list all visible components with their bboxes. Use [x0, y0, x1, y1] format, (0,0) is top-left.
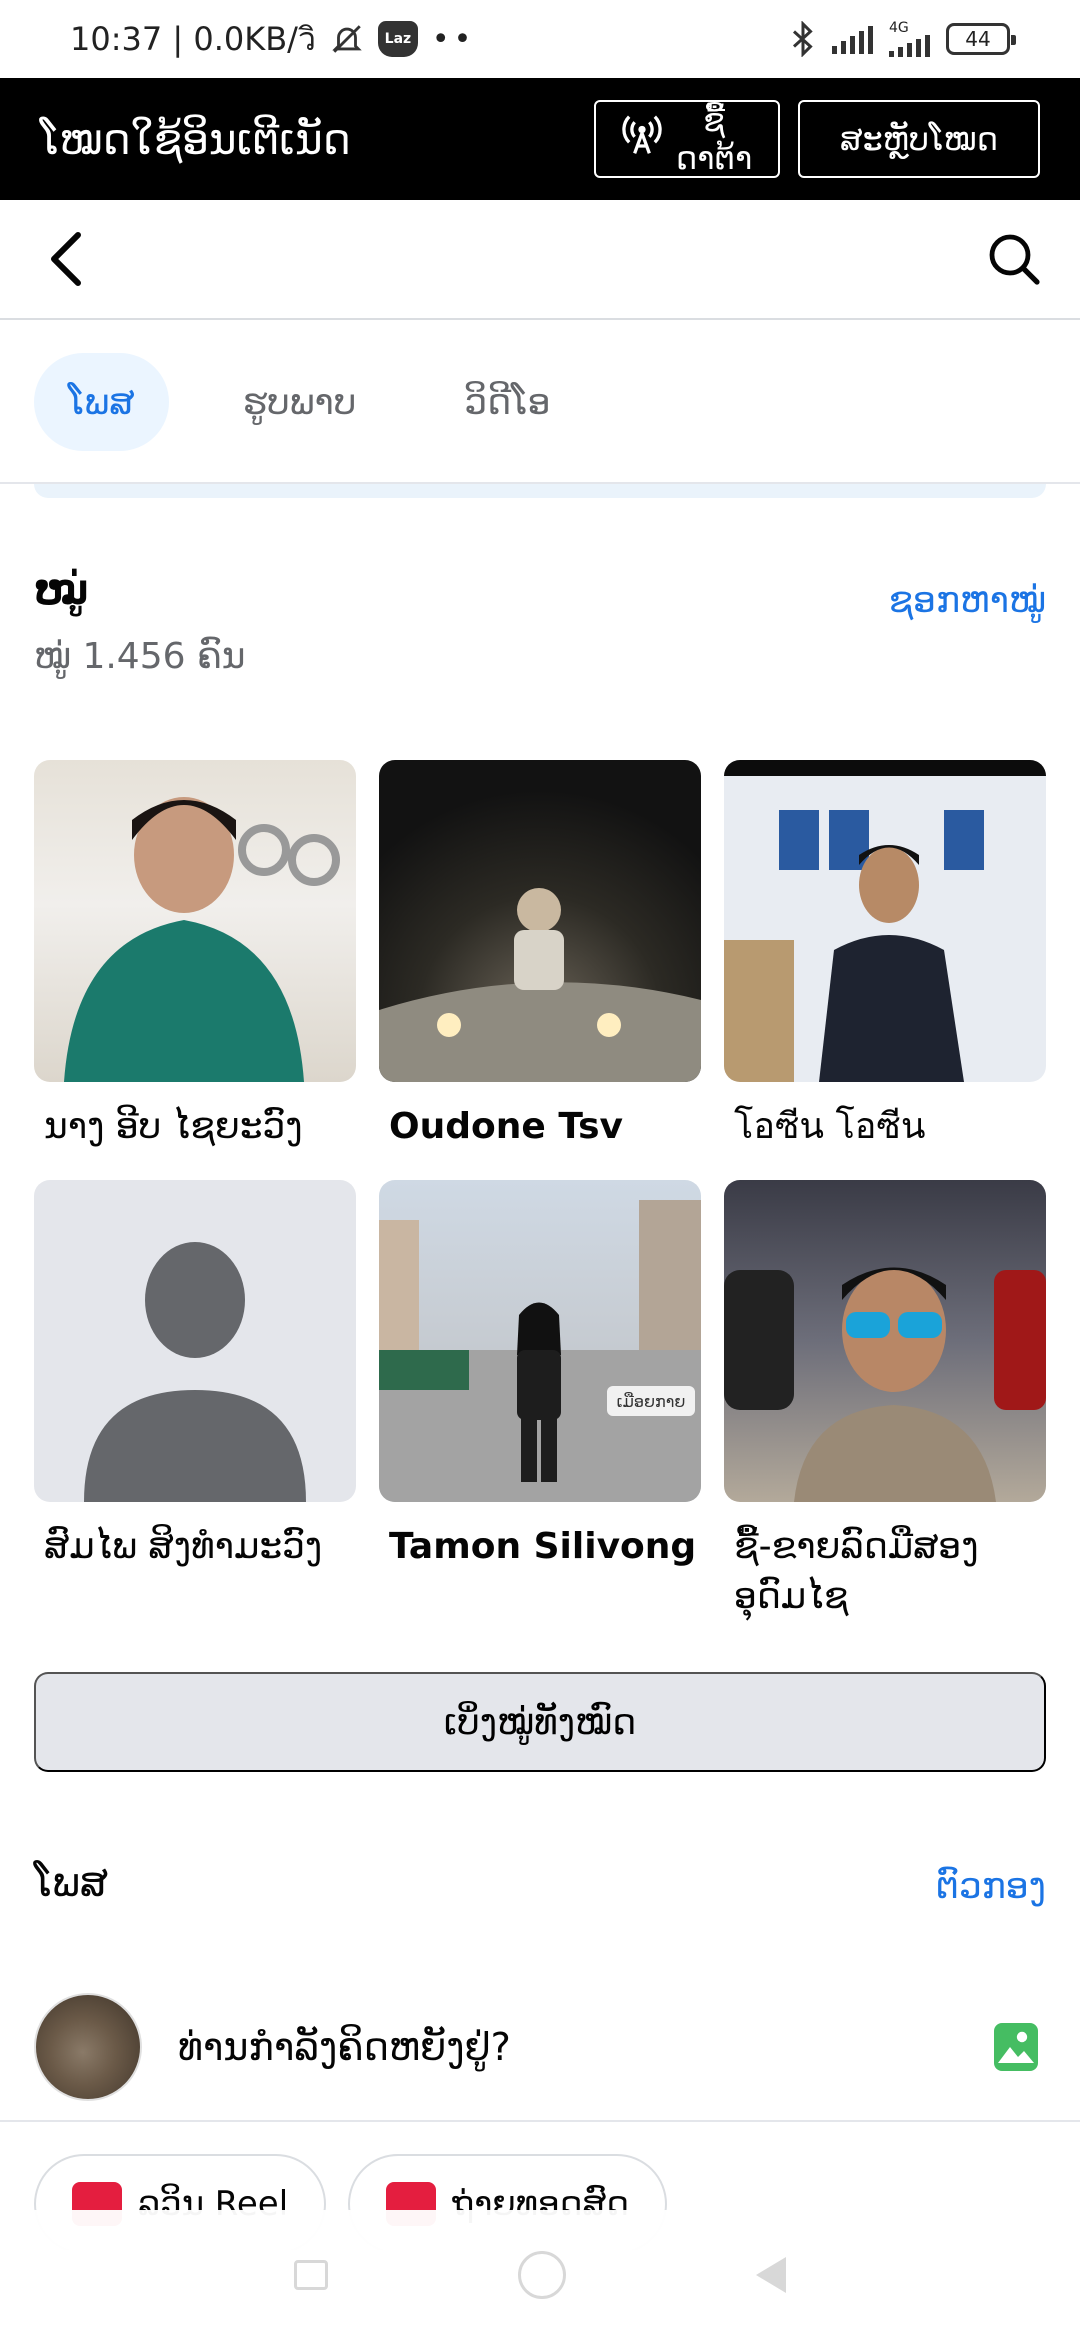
- friend-photo[interactable]: [724, 1180, 1046, 1502]
- mute-bell-icon: [330, 22, 364, 56]
- photo-caption: ເມືອຍກາຍ: [617, 1392, 686, 1411]
- tab-photos[interactable]: ຮູບພາບ: [209, 353, 391, 451]
- friend-photo[interactable]: [34, 1180, 356, 1502]
- signal-icon: [832, 24, 873, 54]
- home-button[interactable]: [518, 2251, 566, 2299]
- friend-name[interactable]: ຊື້-ຂາຍລົດມືສອງ ອຸດົມໄຊ: [724, 1522, 1046, 1622]
- status-time-speed: 10:37 | 0.0KB/วิ: [70, 19, 316, 58]
- filter-link[interactable]: ຕົວກອງ: [936, 1866, 1046, 1907]
- posts-title: ໂພສ: [34, 1860, 108, 1906]
- system-nav-bar: [0, 2210, 1080, 2340]
- friend-card[interactable]: ເມືອຍກາຍ Tamon Silivong: [379, 1180, 701, 1600]
- data-mode-bar: ໂໝດໃຊ້ອິນເຕີເນັດ ຊື້ດາຕ້າ ສະຫຼັບໂໝດ: [0, 78, 1080, 200]
- find-friends-link[interactable]: ຊອກຫາໝູ່: [889, 580, 1046, 621]
- friend-card[interactable]: ນາງ ອີບ ໄຊຍະວົງ: [34, 760, 356, 1180]
- friend-photo[interactable]: ເມືອຍກາຍ: [379, 1180, 701, 1502]
- friend-card[interactable]: ສົມໄພ ສິງທໍາມະວົງ: [34, 1180, 356, 1600]
- friend-photo[interactable]: [724, 760, 1046, 1082]
- broadcast-icon: [620, 113, 664, 165]
- top-nav: [0, 200, 1080, 320]
- back-button[interactable]: [36, 229, 96, 289]
- add-photo-button[interactable]: [986, 2017, 1046, 2077]
- friend-card[interactable]: ຊື້-ຂາຍລົດມືສອງ ອຸດົມໄຊ: [724, 1180, 1046, 1617]
- friend-photo[interactable]: [34, 760, 356, 1082]
- tab-posts[interactable]: ໂພສ: [34, 353, 169, 451]
- friend-name[interactable]: Oudone Tsv: [379, 1102, 701, 1152]
- chevron-left-icon: [51, 232, 81, 286]
- avatar[interactable]: [34, 1993, 142, 2101]
- buy-data-label: ຊື້ດາຕ້າ: [675, 102, 753, 176]
- bluetooth-icon: [790, 21, 816, 57]
- friend-photo[interactable]: [379, 760, 701, 1082]
- friend-name[interactable]: ສົມໄພ ສິງທໍາມະວົງ: [34, 1522, 356, 1572]
- battery-icon: 44: [946, 23, 1016, 55]
- switch-mode-button[interactable]: ສະຫຼັບໂໝດ: [798, 100, 1040, 178]
- laz-app-icon: Laz: [377, 21, 418, 57]
- composer-prompt[interactable]: ທ່ານກໍາລັງຄິດຫຍັງຢູ່?: [178, 2025, 511, 2069]
- system-back-button[interactable]: [756, 2257, 786, 2293]
- data-mode-title: ໂໝດໃຊ້ອິນເຕີເນັດ: [40, 114, 351, 164]
- buy-data-button[interactable]: ຊື້ດາຕ້າ: [594, 100, 780, 178]
- profile-tabs: ໂພສ ຮູບພາບ ວິດີໂອ: [0, 322, 1080, 484]
- tab-videos[interactable]: ວິດີໂອ: [430, 353, 584, 451]
- signal-4g-icon: 4G: [889, 21, 930, 57]
- recent-apps-button[interactable]: [294, 2260, 328, 2290]
- network-type: 4G: [889, 20, 909, 36]
- see-all-friends-button[interactable]: ເບິ່ງໝູ່ທັງໝົດ: [34, 1672, 1046, 1772]
- friends-count: ໝູ່ 1.456 ຄົນ: [34, 636, 246, 677]
- friends-header: ໝູ່ ໝູ່ 1.456 ຄົນ ຊອກຫາໝູ່: [34, 568, 1046, 677]
- friend-card[interactable]: โอซีน โอซีน: [724, 760, 1046, 1180]
- friend-name[interactable]: โอซีน โอซีน: [724, 1102, 1046, 1152]
- search-icon: [989, 234, 1040, 285]
- friend-name[interactable]: ນາງ ອີບ ໄຊຍະວົງ: [34, 1102, 356, 1152]
- posts-header: ໂພສ ຕົວກອງ: [34, 1860, 1046, 1930]
- photo-icon: [994, 2023, 1038, 2071]
- previous-card-edge: [34, 484, 1046, 498]
- status-bar: 10:37 | 0.0KB/วิ Laz •• 4G 44: [0, 0, 1080, 78]
- friends-grid: ນາງ ອີບ ໄຊຍະວົງ Oudone Tsv โอซีน โอซีน ສ…: [34, 760, 1046, 1617]
- search-button[interactable]: [984, 229, 1044, 289]
- battery-level: 44: [965, 27, 991, 51]
- default-avatar-icon: [84, 1242, 306, 1502]
- more-notifications-icon: ••: [431, 21, 476, 57]
- friend-card[interactable]: Oudone Tsv: [379, 760, 701, 1180]
- friend-name[interactable]: Tamon Silivong: [379, 1522, 701, 1572]
- post-composer[interactable]: ທ່ານກໍາລັງຄິດຫຍັງຢູ່?: [0, 1974, 1080, 2122]
